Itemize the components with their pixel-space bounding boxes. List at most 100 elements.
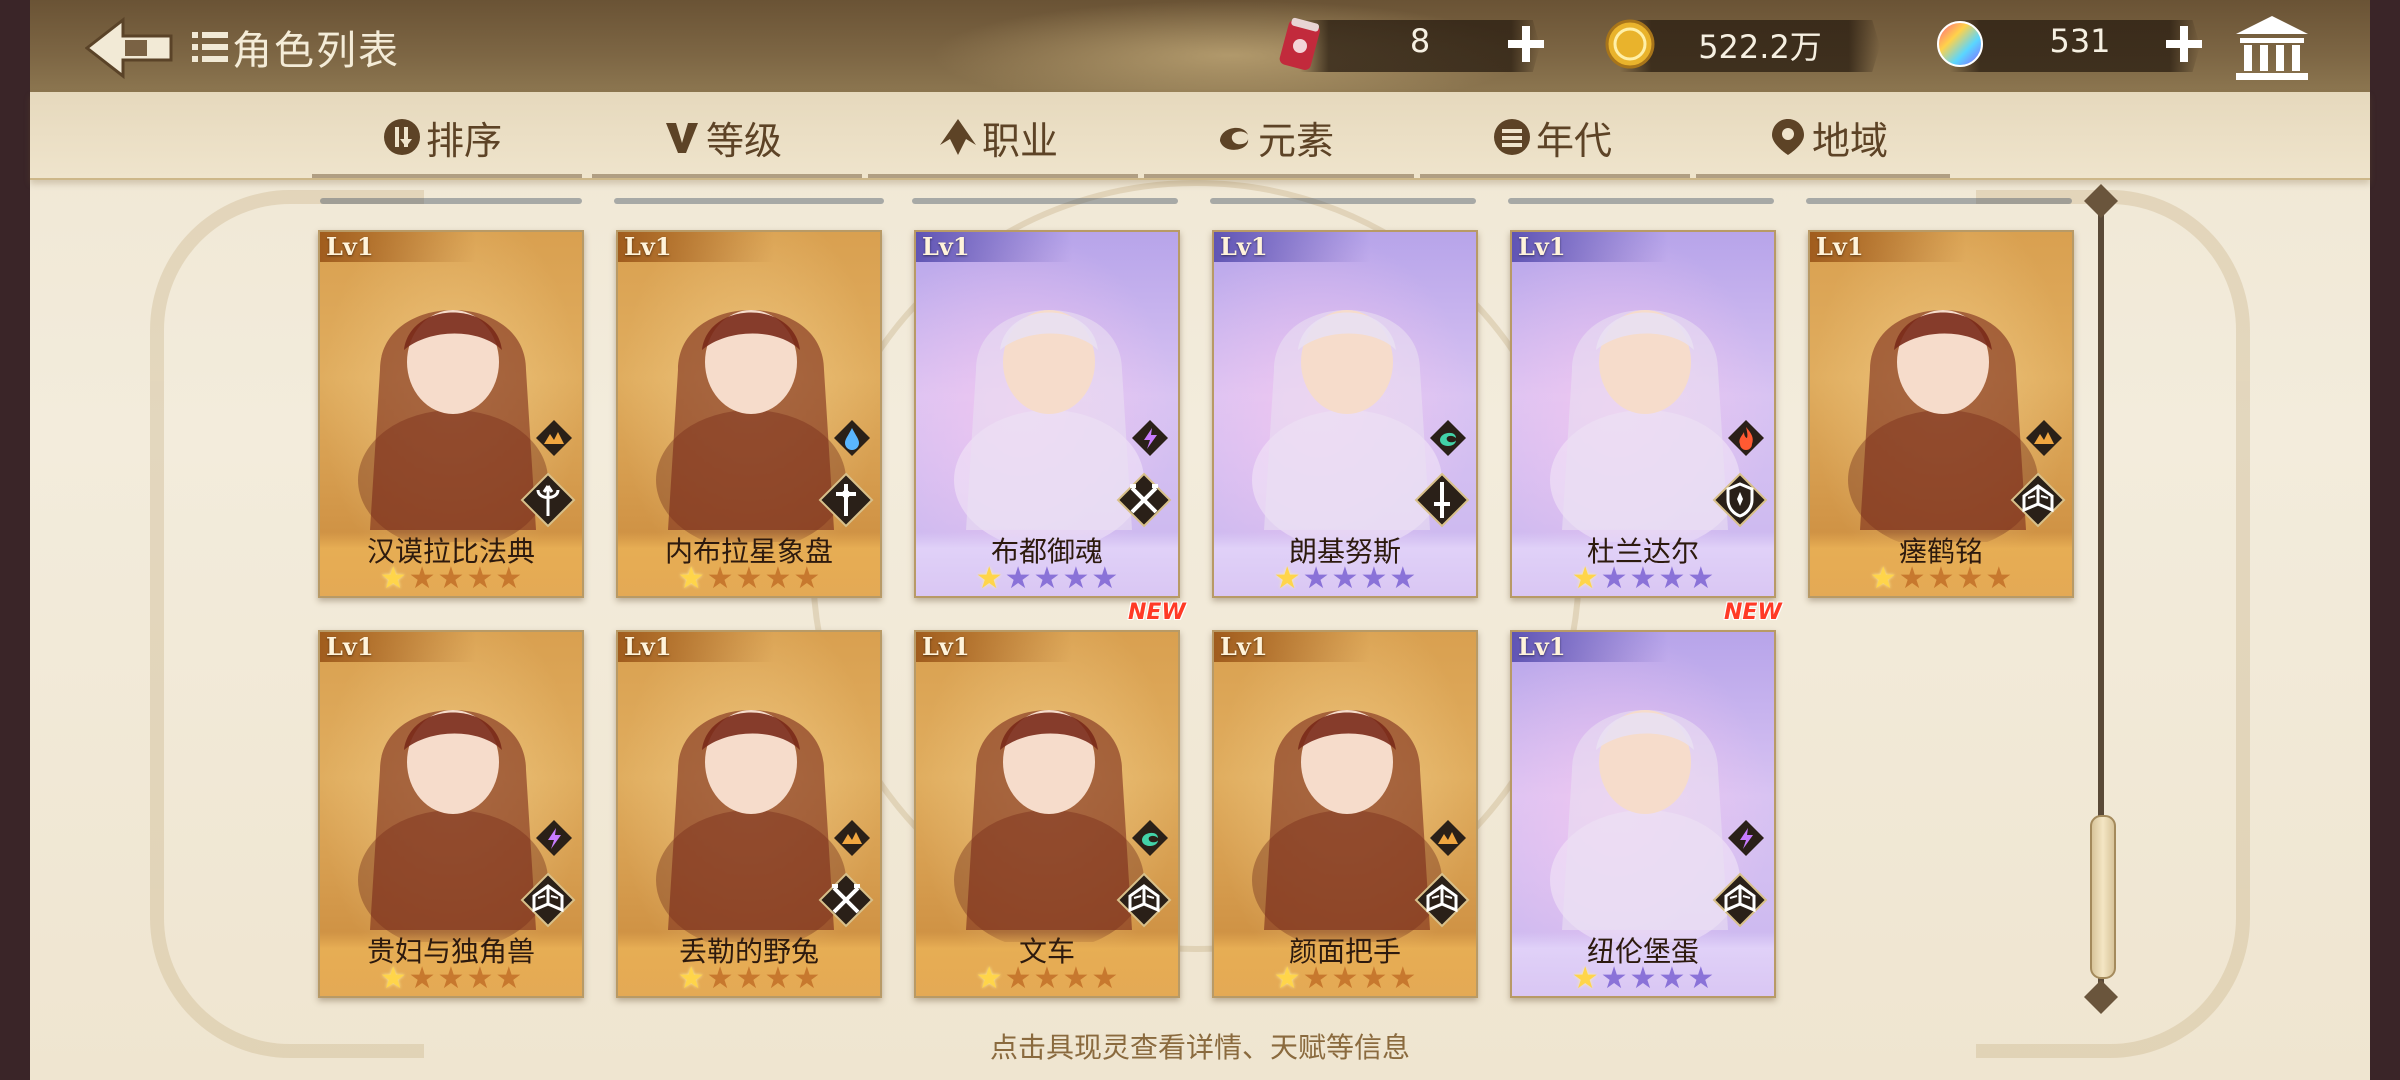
star-icon: ★ bbox=[1091, 561, 1119, 596]
star-icon: ★ bbox=[1389, 961, 1417, 996]
book-class-icon bbox=[1712, 872, 1768, 928]
wind-element-icon bbox=[1428, 418, 1468, 458]
row-divider bbox=[320, 198, 582, 204]
crossed-swords-class-icon bbox=[1116, 472, 1172, 528]
level-v-icon bbox=[662, 117, 702, 157]
character-card[interactable]: Lv1 布都御魂 ★ ★ ★ ★ ★ bbox=[914, 230, 1180, 598]
star-icon: ★ bbox=[1302, 961, 1330, 996]
character-card[interactable]: Lv1 朗基努斯 ★ ★ ★ ★ ★ bbox=[1212, 230, 1478, 598]
filter-sort[interactable]: 排序 bbox=[382, 112, 502, 163]
star-icon: ★ bbox=[495, 961, 523, 996]
character-card[interactable]: Lv1 丢勒的野兔 ★ ★ ★ ★ ★ bbox=[616, 630, 882, 998]
earth-element-icon bbox=[832, 818, 872, 858]
star-icon: ★ bbox=[1687, 961, 1715, 996]
water-element-icon bbox=[832, 418, 872, 458]
gem-value: 531 bbox=[2049, 22, 2111, 60]
earth-element-icon bbox=[2024, 418, 2064, 458]
rainbow-gem-icon bbox=[1934, 18, 1986, 70]
star-rating: ★ ★ ★ ★ ★ bbox=[618, 564, 880, 594]
star-icon: ★ bbox=[1600, 561, 1628, 596]
row-divider bbox=[1210, 198, 1476, 204]
star-rating: ★ ★ ★ ★ ★ bbox=[320, 564, 582, 594]
tab-underline bbox=[312, 174, 582, 178]
character-card[interactable]: Lv1 瘗鹤铭 ★ ★ ★ ★ ★ bbox=[1808, 230, 2074, 598]
star-icon: ★ bbox=[1062, 561, 1090, 596]
star-icon: ★ bbox=[1600, 961, 1628, 996]
star-icon: ★ bbox=[437, 561, 465, 596]
character-card[interactable]: Lv1 文车 ★ ★ ★ ★ ★ bbox=[914, 630, 1180, 998]
shield-class-icon bbox=[1712, 472, 1768, 528]
star-icon: ★ bbox=[975, 561, 1003, 596]
book-class-icon bbox=[1116, 872, 1172, 928]
star-icon: ★ bbox=[1571, 561, 1599, 596]
star-icon: ★ bbox=[706, 561, 734, 596]
card-level: Lv1 bbox=[618, 632, 774, 662]
star-icon: ★ bbox=[975, 961, 1003, 996]
star-icon: ★ bbox=[1331, 561, 1359, 596]
filter-class-label: 职业 bbox=[982, 118, 1059, 163]
book-class-icon bbox=[2010, 472, 2066, 528]
star-icon: ★ bbox=[677, 961, 705, 996]
filter-element[interactable]: 元素 bbox=[1214, 112, 1334, 163]
character-card[interactable]: Lv1 纽伦堡蛋 ★ ★ ★ ★ ★ bbox=[1510, 630, 1776, 998]
character-card[interactable]: Lv1 颜面把手 ★ ★ ★ ★ ★ bbox=[1212, 630, 1478, 998]
wind-element-icon bbox=[1130, 818, 1170, 858]
card-level: Lv1 bbox=[1512, 232, 1668, 262]
sort-icon bbox=[382, 117, 422, 157]
tab-underline bbox=[592, 174, 862, 178]
filter-level-label: 等级 bbox=[706, 118, 783, 163]
list-icon bbox=[190, 28, 230, 66]
filter-class[interactable]: 职业 bbox=[938, 112, 1059, 163]
back-button[interactable] bbox=[84, 16, 175, 80]
star-icon: ★ bbox=[1091, 961, 1119, 996]
star-rating: ★ ★ ★ ★ ★ bbox=[1512, 964, 1774, 994]
star-rating: ★ ★ ★ ★ ★ bbox=[320, 964, 582, 994]
star-icon: ★ bbox=[1629, 961, 1657, 996]
star-icon: ★ bbox=[1331, 961, 1359, 996]
filter-level[interactable]: 等级 bbox=[662, 112, 783, 163]
tab-underline bbox=[1420, 174, 1690, 178]
sword-class-icon bbox=[1414, 472, 1470, 528]
star-icon: ★ bbox=[677, 561, 705, 596]
star-icon: ★ bbox=[1869, 561, 1897, 596]
star-icon: ★ bbox=[379, 561, 407, 596]
add-stamina-button[interactable] bbox=[1504, 22, 1548, 66]
character-card[interactable]: Lv1 内布拉星象盘 ★ ★ ★ ★ ★ bbox=[616, 230, 882, 598]
filter-region[interactable]: 地域 bbox=[1768, 112, 1889, 163]
card-level: Lv1 bbox=[1214, 232, 1370, 262]
star-icon: ★ bbox=[1033, 561, 1061, 596]
museum-icon[interactable] bbox=[2232, 14, 2312, 84]
character-card[interactable]: Lv1 杜兰达尔 ★ ★ ★ ★ ★ bbox=[1510, 230, 1776, 598]
trident-class-icon bbox=[520, 472, 576, 528]
star-icon: ★ bbox=[1004, 961, 1032, 996]
filter-era-label: 年代 bbox=[1536, 118, 1613, 163]
star-rating: ★ ★ ★ ★ ★ bbox=[916, 964, 1178, 994]
star-icon: ★ bbox=[706, 961, 734, 996]
scroll-bottom-ornament bbox=[2084, 980, 2118, 1014]
gold-value: 522.2万 bbox=[1698, 28, 1822, 66]
star-icon: ★ bbox=[1273, 561, 1301, 596]
row-divider bbox=[1806, 198, 2072, 204]
star-icon: ★ bbox=[1985, 561, 2013, 596]
add-gem-button[interactable] bbox=[2162, 22, 2206, 66]
filter-era[interactable]: 年代 bbox=[1492, 112, 1613, 163]
class-icon bbox=[938, 117, 978, 157]
star-icon: ★ bbox=[1898, 561, 1926, 596]
filter-bar bbox=[30, 92, 2370, 180]
star-icon: ★ bbox=[735, 961, 763, 996]
star-icon: ★ bbox=[1360, 561, 1388, 596]
row-divider bbox=[912, 198, 1178, 204]
card-level: Lv1 bbox=[916, 232, 1072, 262]
star-icon: ★ bbox=[1273, 961, 1301, 996]
crossed-swords-class-icon bbox=[818, 872, 874, 928]
star-icon: ★ bbox=[764, 561, 792, 596]
character-card[interactable]: Lv1 汉谟拉比法典 ★ ★ ★ ★ ★ bbox=[318, 230, 584, 598]
scrollbar-thumb[interactable] bbox=[2090, 815, 2116, 979]
star-icon: ★ bbox=[1927, 561, 1955, 596]
filter-region-label: 地域 bbox=[1812, 118, 1889, 163]
stamina-value: 8 bbox=[1409, 22, 1431, 60]
earth-element-icon bbox=[534, 418, 574, 458]
star-icon: ★ bbox=[793, 561, 821, 596]
character-card[interactable]: Lv1 贵妇与独角兽 ★ ★ ★ ★ ★ bbox=[318, 630, 584, 998]
star-icon: ★ bbox=[1571, 961, 1599, 996]
